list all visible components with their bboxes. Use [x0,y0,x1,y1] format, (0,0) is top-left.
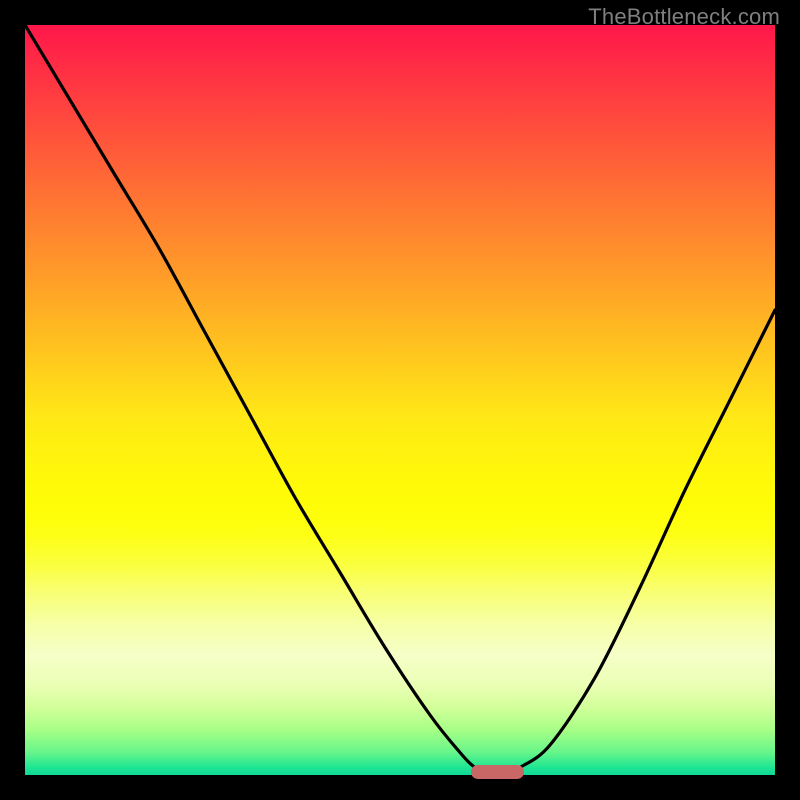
plot-area [25,25,775,775]
chart-frame: TheBottleneck.com [0,0,800,800]
watermark-text: TheBottleneck.com [588,4,780,30]
bottleneck-curve [25,25,775,775]
optimal-range-marker [471,765,524,779]
